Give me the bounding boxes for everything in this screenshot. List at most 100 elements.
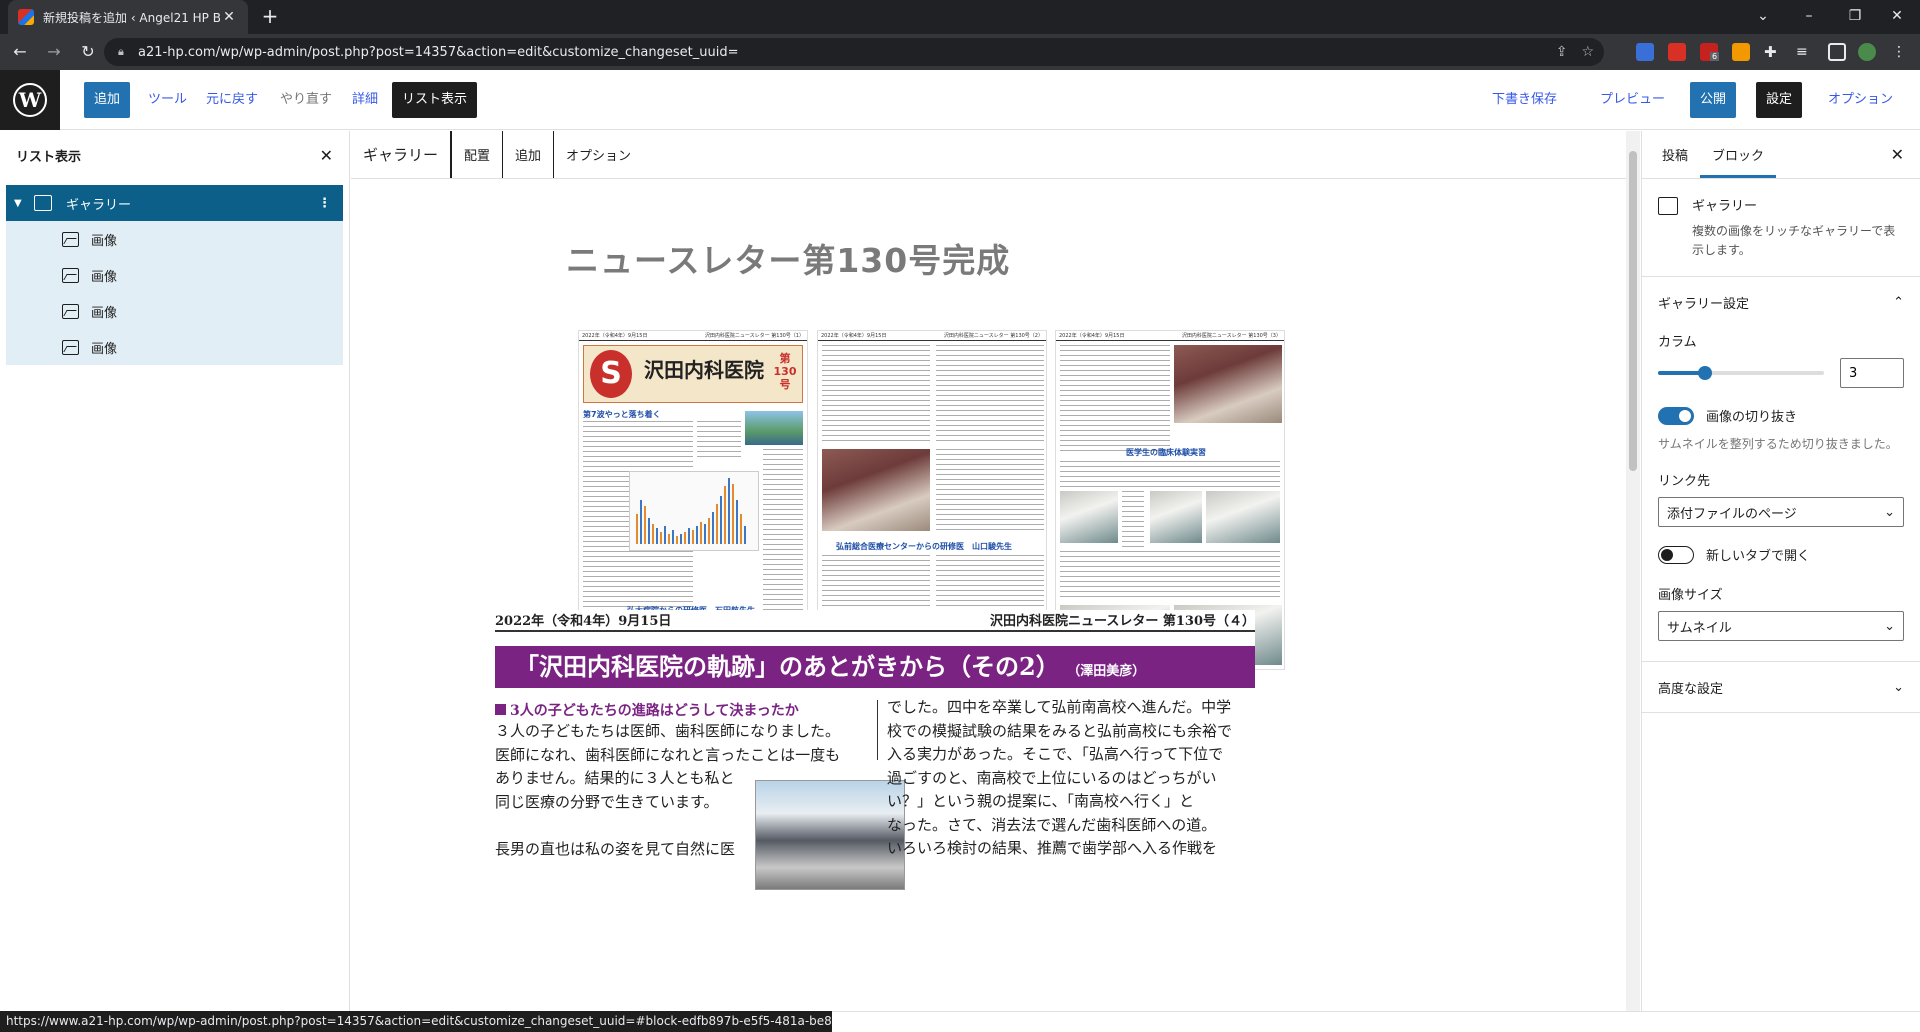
text-line: 過ごすのと、南高校で上位にいるのはどっちがい: [887, 768, 1217, 787]
advanced-panel: 高度な設定 ⌄: [1642, 662, 1920, 713]
text-line: ３人の子どもたちは医師、歯科医師になりました。: [495, 722, 841, 740]
page-date: 2022年（令和4年）9月15日: [582, 333, 648, 339]
add-block-button[interactable]: 追加: [84, 82, 131, 118]
link-status-bar: https://www.a21-hp.com/wp/wp-admin/post.…: [0, 1011, 832, 1032]
chevron-down-icon[interactable]: ⌄: [1893, 680, 1904, 695]
list-item-gallery[interactable]: ▼ ギャラリー ⋮: [6, 185, 343, 221]
chart-bar: [656, 528, 658, 544]
add-image-button[interactable]: 追加: [503, 131, 555, 178]
tools-button[interactable]: ツール: [140, 82, 195, 118]
page-issue: 沢田内科医院ニュースレター 第130号（1）: [704, 333, 804, 339]
address-bar[interactable]: 🔒︎ a21-hp.com/wp/wp-admin/post.php?post=…: [104, 38, 1604, 66]
publish-button[interactable]: 公開: [1690, 82, 1737, 118]
chart-bar: [688, 528, 690, 544]
wordpress-logo[interactable]: W: [0, 70, 60, 130]
columns-slider[interactable]: [1658, 366, 1824, 380]
undo-button[interactable]: 元に戻す: [198, 82, 266, 118]
list-item-image[interactable]: 画像: [6, 329, 343, 365]
text-line: 校での模擬試験の結果をみると弘前高校にも余裕で: [887, 721, 1233, 740]
panel-header[interactable]: 高度な設定 ⌄: [1658, 662, 1904, 712]
list-item-label: 画像: [91, 233, 118, 249]
extension-icon[interactable]: [1636, 43, 1654, 61]
panel-header[interactable]: ギャラリー設定 ⌃: [1658, 277, 1904, 327]
tab-title: 新規投稿を追加 ‹ Angel21 HP Blo: [43, 10, 220, 25]
bookmark-star-icon[interactable]: ☆: [1581, 44, 1594, 60]
chevron-up-icon[interactable]: ⌃: [1893, 295, 1904, 310]
extension-icon[interactable]: [1732, 43, 1750, 61]
text-line: いろいろ検討の結果、推薦で歯学部へ入る作戦を: [887, 839, 1218, 857]
tab-close-icon[interactable]: ✕: [220, 9, 238, 25]
training-photo: [1060, 491, 1118, 543]
chevron-down-icon[interactable]: ▼: [14, 198, 28, 209]
close-list-view-icon[interactable]: ✕: [320, 146, 333, 165]
options-button[interactable]: オプション: [1820, 82, 1901, 118]
list-item-image[interactable]: 画像: [6, 257, 343, 293]
block-toolbar: ギャラリー 配置 追加 オプション: [351, 131, 1626, 179]
new-tab-button[interactable]: +: [258, 5, 282, 29]
list-item-image[interactable]: 画像: [6, 293, 343, 329]
page-issue: 沢田内科医院ニュースレター 第130号（3）: [1181, 333, 1281, 339]
body-text: [697, 421, 741, 461]
share-icon[interactable]: ⇪: [1556, 44, 1568, 60]
block-options-icon[interactable]: ⋮: [318, 196, 331, 211]
text-line: でした。四中を卒業して弘前南高校へ進んだ。中学: [887, 698, 1232, 716]
restore-icon[interactable]: ❐: [1832, 0, 1878, 34]
chart-bar: [640, 500, 642, 544]
forward-icon[interactable]: →: [40, 38, 68, 66]
preview-button[interactable]: プレビュー: [1592, 82, 1673, 118]
page-header: 2022年（令和4年）9月15日 沢田内科医院ニュースレター 第130号（４）: [495, 610, 1255, 632]
list-view-panel: リスト表示 ✕ ▼ ギャラリー ⋮ 画像 画像 画像 画像: [0, 131, 350, 1011]
tab-block[interactable]: ブロック: [1700, 131, 1776, 178]
chart-bar: [704, 524, 706, 544]
profile-avatar[interactable]: [1858, 43, 1876, 61]
minimize-icon[interactable]: –: [1786, 0, 1832, 34]
canvas-scrollbar[interactable]: [1626, 131, 1640, 1011]
reload-icon[interactable]: ↻: [74, 38, 102, 66]
block-options-button[interactable]: オプション: [554, 131, 643, 178]
side-panel-icon[interactable]: [1828, 43, 1846, 61]
settings-button[interactable]: 設定: [1756, 82, 1803, 118]
tab-search-icon[interactable]: ⌄: [1740, 0, 1786, 34]
slider-handle[interactable]: [1698, 366, 1713, 380]
chart-bar: [728, 478, 730, 544]
body-text: [1060, 345, 1170, 455]
reading-list-icon[interactable]: ≡: [1796, 43, 1814, 61]
close-sidebar-icon[interactable]: ✕: [1891, 145, 1904, 164]
block-type-gallery[interactable]: ギャラリー: [351, 131, 453, 178]
close-window-icon[interactable]: ✕: [1874, 0, 1920, 34]
body-text: [936, 345, 1044, 445]
lock-icon[interactable]: 🔒︎: [118, 45, 130, 59]
puzzle-icon[interactable]: ✚: [1764, 43, 1782, 61]
list-view-button[interactable]: リスト表示: [392, 82, 478, 118]
browser-tab[interactable]: 新規投稿を追加 ‹ Angel21 HP Blo ✕: [8, 0, 248, 34]
clinic-logo-icon: S: [590, 350, 632, 398]
chart-bar: [724, 486, 726, 544]
extension-badge-icon[interactable]: 6: [1700, 43, 1720, 61]
list-view-tree: ▼ ギャラリー ⋮ 画像 画像 画像 画像: [6, 185, 343, 365]
save-draft-button[interactable]: 下書き保存: [1484, 82, 1565, 118]
redo-button[interactable]: やり直す: [272, 82, 340, 118]
tab-post[interactable]: 投稿: [1650, 131, 1700, 178]
kebab-menu-icon[interactable]: ⋮: [1890, 43, 1908, 61]
link-to-select[interactable]: 添付ファイルのページ ⌄: [1658, 497, 1904, 527]
image-icon: [62, 303, 79, 319]
columns-input[interactable]: [1840, 358, 1904, 388]
back-icon[interactable]: ←: [6, 38, 34, 66]
toggle-knob: [1679, 409, 1691, 422]
list-item-image[interactable]: 画像: [6, 221, 343, 257]
panel-title: ギャラリー設定: [1658, 296, 1750, 312]
scrollbar-thumb[interactable]: [1629, 151, 1637, 471]
open-in-new-tab-toggle[interactable]: [1658, 545, 1694, 564]
gallery-image-4[interactable]: 2022年（令和4年）9月15日 沢田内科医院ニュースレター 第130号（４） …: [495, 610, 1255, 1011]
arrange-button[interactable]: 配置: [452, 131, 504, 178]
image-size-select[interactable]: サムネイル ⌄: [1658, 611, 1904, 641]
details-button[interactable]: 詳細: [344, 82, 386, 118]
chart-bar: [692, 530, 694, 544]
article-heading: 第7波やっと落ち着く: [583, 410, 661, 419]
crop-images-toggle[interactable]: [1658, 406, 1694, 425]
post-title[interactable]: ニュースレター第130号完成: [566, 234, 1010, 282]
browser-tab-strip: 新規投稿を追加 ‹ Angel21 HP Blo ✕ + ⌄ – ❐ ✕: [0, 0, 1920, 34]
extension-icon[interactable]: [1668, 43, 1686, 61]
chevron-down-icon: ⌄: [1884, 618, 1895, 634]
chart-bar: [672, 530, 674, 544]
